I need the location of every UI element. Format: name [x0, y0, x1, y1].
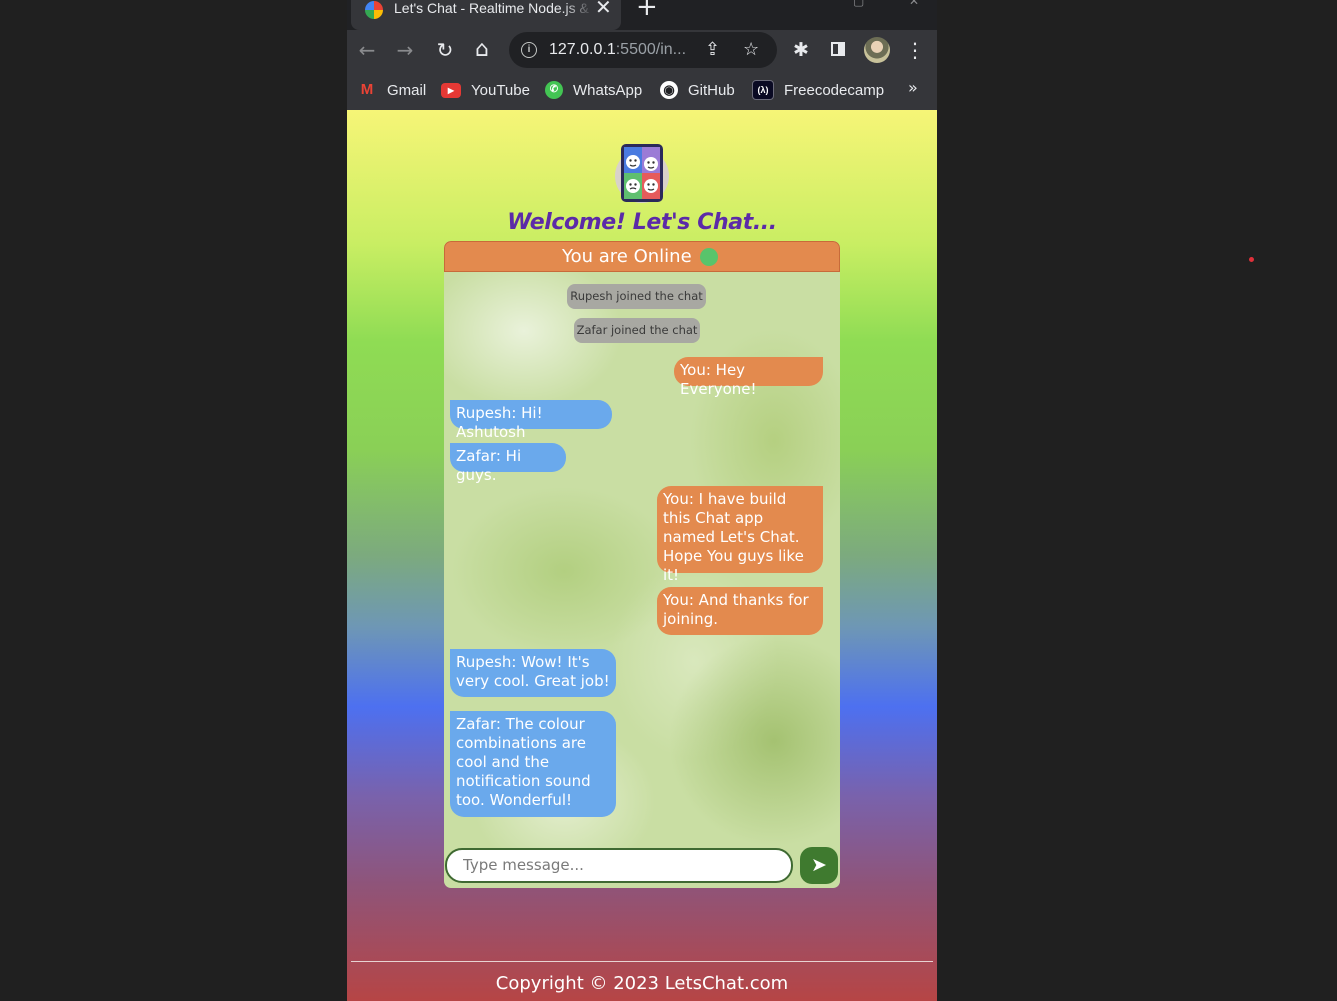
- bookmark-label: Gmail: [387, 81, 427, 99]
- welcome-heading: Welcome! Let's Chat...: [507, 210, 777, 235]
- more-bookmarks-icon[interactable]: »: [908, 78, 918, 97]
- side-panel-icon[interactable]: [831, 42, 845, 56]
- chat-container: You are Online Rupesh joined the chat Za…: [444, 241, 840, 888]
- app-logo: [615, 144, 669, 203]
- footer-divider: [351, 961, 933, 962]
- incoming-message: Zafar: The colour combinations are cool …: [450, 711, 616, 817]
- new-tab-button[interactable]: +: [636, 0, 658, 20]
- bookmark-label: WhatsApp: [573, 81, 643, 99]
- home-icon[interactable]: ⌂: [470, 38, 494, 62]
- copyright-text: Copyright © 2023 LetsChat.com: [495, 973, 789, 994]
- tab-title: Let's Chat - Realtime Node.js & Socket.i…: [394, 0, 594, 16]
- bookmark-github[interactable]: ◉ GitHub: [660, 79, 735, 101]
- reload-icon[interactable]: ↻: [433, 38, 457, 62]
- bookmark-freecodecamp[interactable]: (λ) Freecodecamp: [752, 79, 884, 101]
- tab-strip: Let's Chat - Realtime Node.js & Socket.i…: [347, 0, 937, 30]
- site-info-icon[interactable]: i: [521, 42, 537, 58]
- bookmark-label: YouTube: [471, 81, 530, 99]
- chat-header: You are Online: [444, 241, 840, 272]
- menu-icon[interactable]: ⋮: [903, 38, 927, 62]
- github-icon: ◉: [660, 81, 678, 99]
- freecodecamp-icon: (λ): [752, 80, 774, 100]
- chat-page: Welcome! Let's Chat... You are Online Ru…: [347, 110, 937, 1001]
- message-input[interactable]: [461, 855, 785, 875]
- bookmark-star-icon[interactable]: ☆: [743, 39, 759, 61]
- bookmark-whatsapp[interactable]: ✆ WhatsApp: [545, 79, 642, 101]
- bookmark-label: Freecodecamp: [784, 81, 885, 99]
- bookmarks-bar: M Gmail ▶ YouTube ✆ WhatsApp ◉ GitHub (λ…: [347, 70, 937, 110]
- close-tab-icon[interactable]: ✕: [595, 0, 612, 17]
- profile-avatar[interactable]: [864, 37, 890, 63]
- tab-favicon-icon: [365, 1, 383, 19]
- bookmark-gmail[interactable]: M Gmail: [357, 79, 426, 101]
- close-window-icon[interactable]: ✕: [909, 0, 919, 8]
- cursor-dot: [1249, 257, 1254, 262]
- bookmark-youtube[interactable]: ▶ YouTube: [441, 79, 530, 101]
- outgoing-message: You: And thanks for joining.: [657, 587, 823, 635]
- address-bar[interactable]: i 127.0.0.1:5500/in... ⇪ ☆: [509, 32, 777, 68]
- gmail-icon: M: [360, 81, 374, 98]
- forward-icon[interactable]: →: [393, 38, 417, 62]
- youtube-icon: ▶: [441, 82, 461, 98]
- incoming-message: Rupesh: Wow! It's very cool. Great job!: [450, 649, 616, 697]
- outgoing-message: You: Hey Everyone!: [674, 357, 823, 398]
- system-message: Rupesh joined the chat: [567, 284, 706, 309]
- share-icon[interactable]: ⇪: [705, 39, 720, 61]
- url-text[interactable]: 127.0.0.1:5500/in...: [549, 41, 686, 59]
- online-indicator-icon: [700, 248, 718, 266]
- incoming-message: Zafar: Hi guys.: [450, 443, 566, 484]
- minimize-icon[interactable]: ▢: [853, 0, 864, 8]
- outgoing-message: You: I have build this Chat app named Le…: [657, 486, 823, 584]
- message-input-wrapper: [445, 848, 793, 883]
- incoming-message: Rupesh: Hi! Ashutosh: [450, 400, 612, 441]
- whatsapp-icon: ✆: [545, 81, 563, 99]
- extensions-icon[interactable]: ✱: [789, 38, 813, 62]
- bookmark-label: GitHub: [688, 81, 735, 99]
- send-button[interactable]: ➤: [800, 847, 838, 884]
- tab-lets-chat[interactable]: Let's Chat - Realtime Node.js & Socket.i…: [351, 0, 621, 30]
- online-status-text: You are Online: [562, 246, 692, 267]
- system-message: Zafar joined the chat: [574, 318, 700, 343]
- browser-toolbar: ← → ↻ ⌂ i 127.0.0.1:5500/in... ⇪ ☆ ✱ ⋮: [347, 30, 937, 70]
- back-icon[interactable]: ←: [355, 38, 379, 62]
- browser-window: Let's Chat - Realtime Node.js & Socket.i…: [347, 0, 937, 1001]
